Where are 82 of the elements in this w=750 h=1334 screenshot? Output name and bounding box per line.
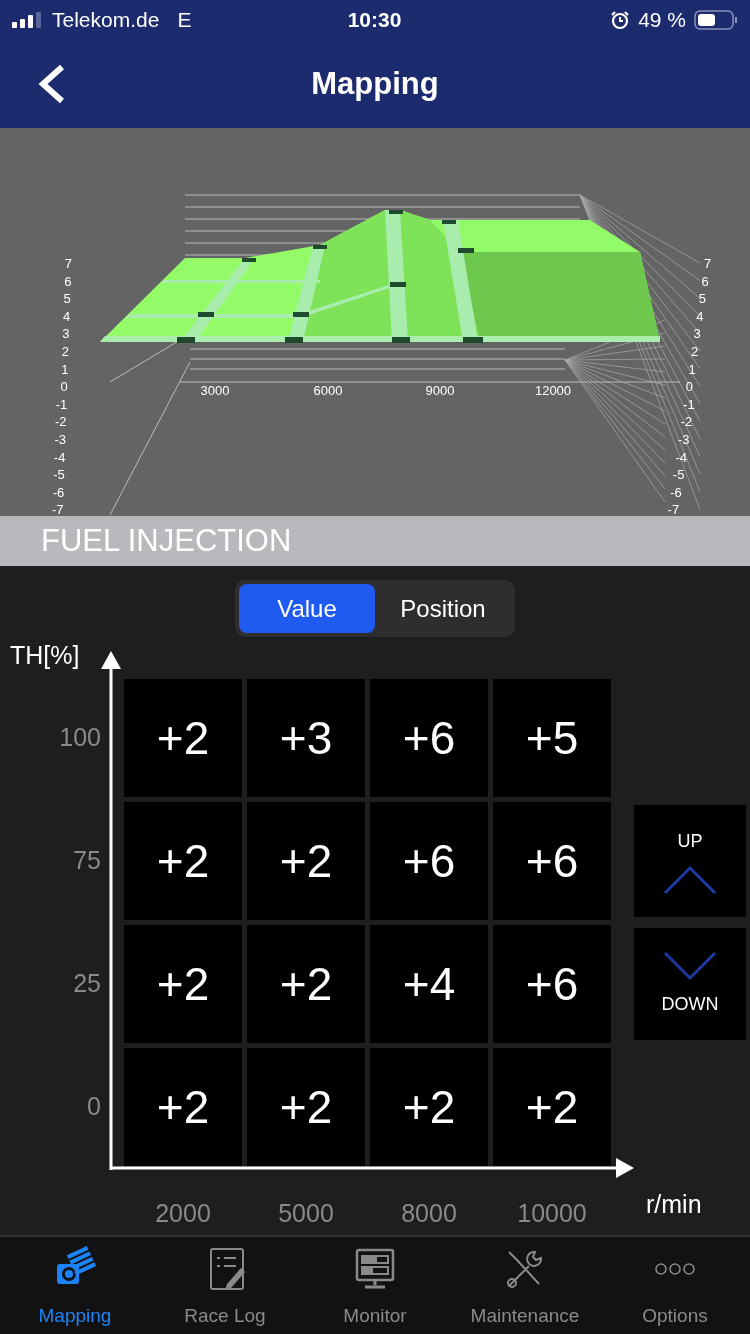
axis-tick-label: -5 <box>672 467 685 483</box>
map-cell[interactable]: +2 <box>247 925 365 1043</box>
axis-tick-label: 7 <box>64 256 72 271</box>
up-button[interactable]: UP <box>634 805 746 917</box>
column-label: 5000 <box>277 1197 335 1229</box>
axis-tick-label: 3 <box>62 326 70 342</box>
screen-title: Mapping <box>311 64 439 103</box>
axis-tick-label: -7 <box>52 502 64 516</box>
axis-tick-label: -2 <box>680 414 693 430</box>
axis-tick-label: 0 <box>60 379 68 395</box>
axis-tick-label: -1 <box>683 396 695 412</box>
map-cell[interactable]: +2 <box>124 679 242 797</box>
axis-tick-label: -4 <box>675 449 687 465</box>
clock-time: 10:30 <box>346 7 403 34</box>
map-cell[interactable]: +4 <box>370 925 488 1043</box>
axis-tick-label: -3 <box>54 432 66 447</box>
map-cell[interactable]: +2 <box>493 1048 611 1166</box>
alarm-icon <box>610 10 631 30</box>
tab-bar-item[interactable]: Mapping <box>0 1237 150 1334</box>
axis-tick-label: 2 <box>61 344 69 359</box>
map-cell[interactable]: +2 <box>370 1048 488 1166</box>
signal-icon <box>12 12 44 28</box>
column-label: 2000 <box>154 1197 212 1229</box>
section-title: FUEL INJECTION <box>0 516 750 566</box>
chevron-down-icon <box>663 950 717 981</box>
axis-tick-label: 6 <box>701 273 709 289</box>
map-cell[interactable]: +3 <box>247 679 365 797</box>
down-button[interactable]: DOWN <box>634 928 746 1040</box>
axis-tick-label: -5 <box>53 467 65 483</box>
axis-tick-label: 4 <box>62 308 71 324</box>
map-cell[interactable]: +6 <box>493 802 611 920</box>
axis-tick-label: -2 <box>55 414 67 430</box>
axis-tick-label: -6 <box>52 484 65 500</box>
axis-tick-label: -3 <box>678 432 690 447</box>
column-label: 8000 <box>400 1197 458 1229</box>
carrier-name: Telekom.de <box>52 7 160 34</box>
axis-tick-label: 5 <box>63 291 71 307</box>
axis-tick-label: 2 <box>691 344 699 359</box>
column-label: 10000 <box>516 1197 588 1229</box>
axis-tick-label: -6 <box>670 484 682 500</box>
row-label: 100 <box>58 722 102 754</box>
axis-tick-label: 9000 <box>425 383 455 398</box>
chevron-up-icon <box>663 864 717 895</box>
map-cell[interactable]: +6 <box>370 802 488 920</box>
map-cell[interactable]: +6 <box>493 925 611 1043</box>
axis-tick-label: 3000 <box>200 383 230 398</box>
axis-tick-label: 6000 <box>313 383 343 398</box>
axis-tick-label: -1 <box>55 396 68 412</box>
map-cell[interactable]: +2 <box>124 925 242 1043</box>
axis-tick-label: -7 <box>667 502 680 516</box>
axis-tick-label: 4 <box>696 308 704 324</box>
row-label: 0 <box>86 1091 102 1123</box>
axis-tick-label: 3 <box>693 326 701 342</box>
battery-percent: 49 % <box>638 7 686 34</box>
map-cell[interactable]: +2 <box>124 802 242 920</box>
map-cell[interactable]: +5 <box>493 679 611 797</box>
map-cell[interactable]: +6 <box>370 679 488 797</box>
map-cell[interactable]: +2 <box>124 1048 242 1166</box>
map-cell[interactable]: +2 <box>247 1048 365 1166</box>
segment-tab[interactable]: Value <box>239 584 375 633</box>
row-label: 75 <box>72 845 102 877</box>
axis-tick-label: 1 <box>688 361 696 377</box>
tab-bar-item[interactable]: Race Log <box>150 1237 300 1334</box>
axis-tick-label: 12000 <box>534 383 572 398</box>
axis-tick-label: 6 <box>64 273 72 289</box>
axis-tick-label: 0 <box>685 379 694 395</box>
axis-tick-label: -4 <box>53 449 66 465</box>
tab-bar-item[interactable]: Maintenance <box>450 1237 600 1334</box>
axis-tick-label: 7 <box>704 256 712 271</box>
tab-bar-item[interactable]: Options <box>600 1237 750 1334</box>
battery-icon <box>694 10 738 30</box>
axis-label: TH[%] <box>9 639 81 671</box>
network-type: E <box>177 7 192 34</box>
segment-tab[interactable]: Position <box>375 584 511 633</box>
back-icon[interactable] <box>36 64 66 104</box>
axis-tick-label: 5 <box>698 291 707 307</box>
tab-bar-item[interactable]: Monitor <box>300 1237 450 1334</box>
map-cell[interactable]: +2 <box>247 802 365 920</box>
more-icon <box>654 1262 696 1275</box>
axis-label: r/min <box>645 1188 703 1220</box>
row-label: 25 <box>72 968 102 1000</box>
axis-tick-label: 1 <box>61 361 69 377</box>
